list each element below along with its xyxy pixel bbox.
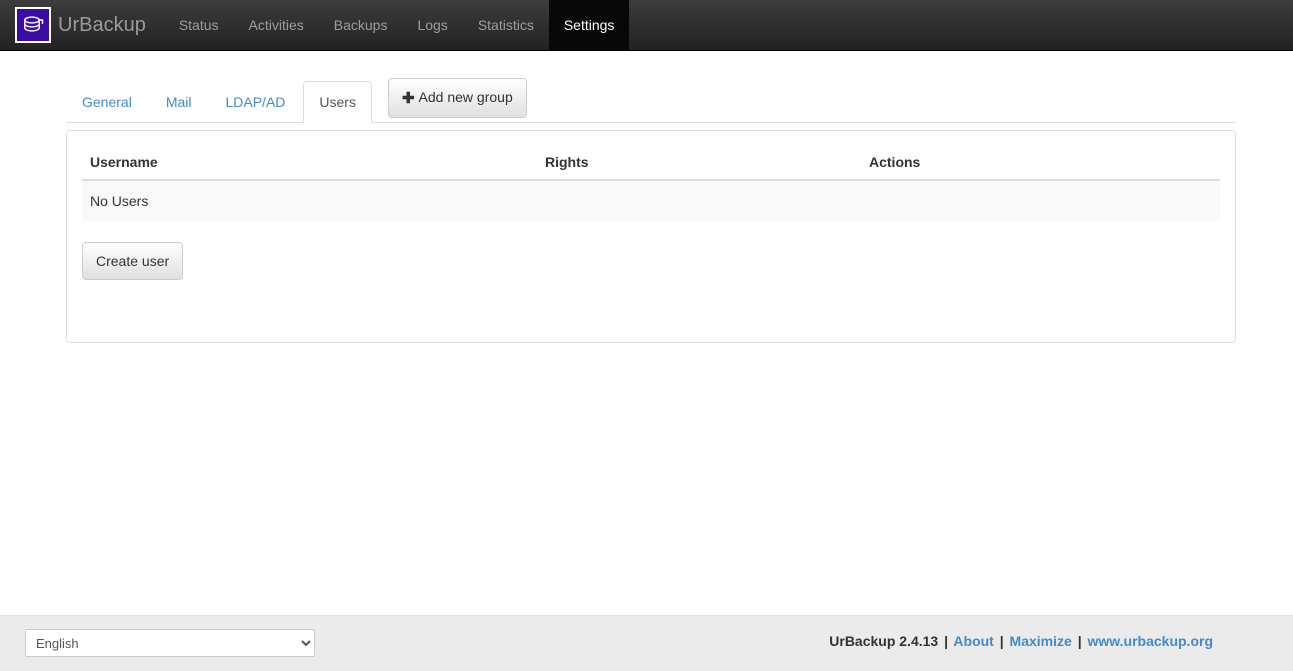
nav-item-settings[interactable]: Settings [548, 0, 630, 50]
nav-item-backups[interactable]: Backups [319, 0, 403, 50]
column-header-username: Username [82, 146, 537, 181]
settings-tabs: General Mail LDAP/AD Users ✚ Add new grou… [66, 69, 1236, 123]
tab-users[interactable]: Users [303, 81, 372, 123]
tab-general[interactable]: General [66, 81, 148, 123]
cell-rights [537, 180, 861, 221]
create-user-button[interactable]: Create user [82, 242, 184, 280]
table-header-row: Username Rights Actions [82, 146, 1220, 181]
users-table: Username Rights Actions No Users [82, 146, 1220, 221]
database-cylinder-icon [15, 7, 51, 43]
add-new-group-button[interactable]: ✚ Add new group [387, 78, 527, 118]
nav-item-statistics[interactable]: Statistics [463, 0, 549, 50]
tab-mail[interactable]: Mail [150, 81, 208, 123]
app-root: UrBackup Status Activities Backups Logs … [0, 0, 1293, 671]
footer-version: UrBackup 2.4.13 [829, 633, 939, 649]
footer-separator-2: | [999, 633, 1004, 649]
cell-username: No Users [82, 180, 537, 221]
tab-ldap-ad[interactable]: LDAP/AD [209, 81, 301, 123]
users-table-head: Username Rights Actions [82, 146, 1220, 181]
language-select[interactable]: English [25, 629, 315, 657]
top-navbar: UrBackup Status Activities Backups Logs … [0, 0, 1293, 51]
brand-home-link[interactable]: UrBackup [0, 0, 152, 50]
column-header-actions: Actions [861, 146, 1220, 181]
brand-title: UrBackup [58, 14, 146, 36]
add-new-group-label: Add new group [418, 89, 513, 105]
cell-actions [861, 180, 1220, 221]
footer-link-about[interactable]: About [953, 633, 993, 649]
users-table-body: No Users [82, 180, 1220, 221]
users-panel: Username Rights Actions No Users Create [66, 130, 1236, 343]
nav-item-status[interactable]: Status [164, 0, 234, 50]
footer-separator-1: | [944, 633, 949, 649]
footer-info: UrBackup 2.4.13 | About | Maximize | www… [829, 633, 1213, 649]
nav-item-activities[interactable]: Activities [234, 0, 319, 50]
footer-link-maximize[interactable]: Maximize [1010, 633, 1072, 649]
column-header-rights: Rights [537, 146, 861, 181]
footer-separator-3: | [1077, 633, 1082, 649]
primary-nav: Status Activities Backups Logs Statistic… [164, 0, 630, 50]
nav-item-logs[interactable]: Logs [402, 0, 462, 50]
page-footer: English UrBackup 2.4.13 | About | Maximi… [0, 615, 1293, 671]
footer-link-website[interactable]: www.urbackup.org [1088, 633, 1214, 649]
table-row: No Users [82, 180, 1220, 221]
users-panel-body: Username Rights Actions No Users Create [67, 131, 1235, 295]
plus-icon: ✚ [401, 90, 415, 107]
